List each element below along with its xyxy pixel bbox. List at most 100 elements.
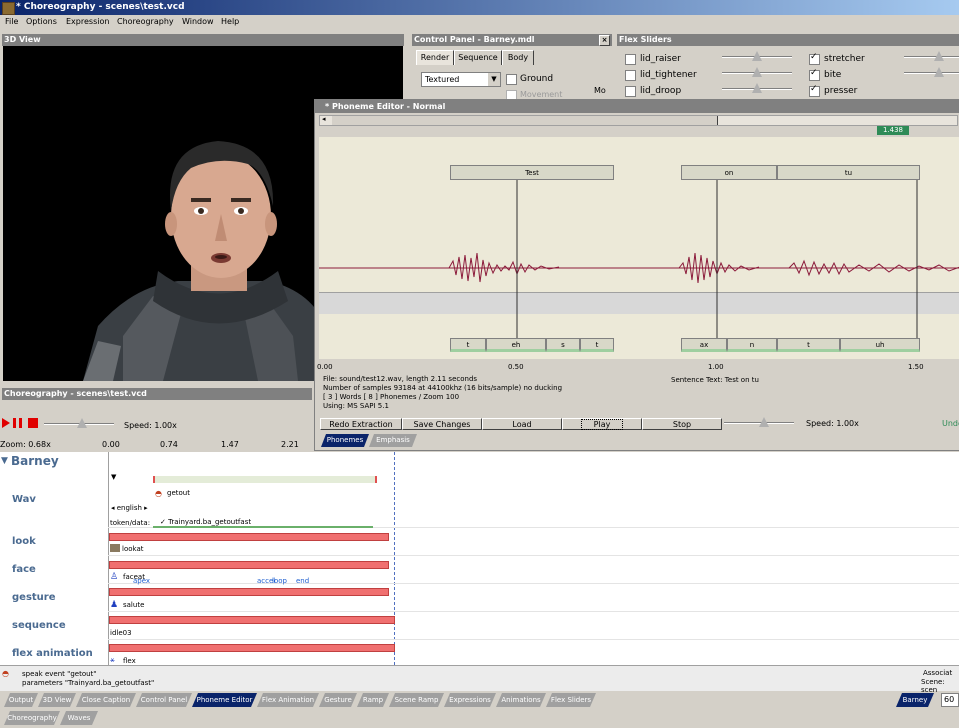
stop-icon[interactable] xyxy=(28,418,38,428)
phoneme-box[interactable]: n xyxy=(727,338,777,352)
corner-value[interactable]: 60 xyxy=(941,693,959,707)
phoneme-box[interactable]: t xyxy=(580,338,614,352)
tab-body[interactable]: Body xyxy=(502,50,534,65)
salute-label[interactable]: salute xyxy=(123,601,144,609)
tab-scene-ramp[interactable]: Scene Ramp xyxy=(389,693,444,707)
status-line-2: parameters "Trainyard.ba_getoutfast" xyxy=(22,679,155,687)
tab-3d-view[interactable]: 3D View xyxy=(38,693,76,707)
menu-window[interactable]: Window xyxy=(182,17,214,26)
play-button[interactable]: Play xyxy=(562,418,642,430)
movement-label: Movement xyxy=(520,90,563,99)
sequence-event-bar[interactable] xyxy=(109,616,395,624)
window-title-bar[interactable]: * Choreography - scenes\test.vcd xyxy=(0,0,959,15)
tab-sequence[interactable]: Sequence xyxy=(454,50,502,65)
wav-event-label[interactable]: getout xyxy=(167,489,190,497)
word-box[interactable]: on xyxy=(681,165,777,180)
apex-tag[interactable]: apex xyxy=(133,577,150,585)
presser-checkbox[interactable] xyxy=(809,84,820,97)
look-event-bar[interactable] xyxy=(109,533,389,541)
loop-tag[interactable]: loop xyxy=(272,577,287,585)
render-mode-select[interactable]: Textured ▼ xyxy=(421,72,501,87)
end-tag[interactable]: end xyxy=(296,577,309,585)
undo-label[interactable]: Undo xyxy=(942,419,959,428)
tab-expressions[interactable]: Expressions xyxy=(444,693,496,707)
phoneme-box[interactable]: uh xyxy=(840,338,920,352)
face-event-bar[interactable] xyxy=(109,561,389,569)
phoneme-box[interactable]: t xyxy=(777,338,840,352)
lid-droop-checkbox[interactable] xyxy=(625,86,636,97)
tab-flex-sliders[interactable]: Flex Sliders xyxy=(546,693,596,707)
save-changes-button[interactable]: Save Changes xyxy=(402,418,482,430)
ground-checkbox[interactable] xyxy=(506,74,517,85)
choreo-zoom: Zoom: 0.68x xyxy=(0,440,51,449)
menu-options[interactable]: Options xyxy=(26,17,57,26)
scroll-left-icon[interactable]: ◂ xyxy=(322,115,326,123)
tab-phonemes[interactable]: Phonemes xyxy=(321,434,369,447)
stop-button[interactable]: Stop xyxy=(642,418,722,430)
phoneme-box[interactable]: eh xyxy=(486,338,546,352)
lid-tightener-checkbox[interactable] xyxy=(625,70,636,81)
tab-phoneme-editor[interactable]: Phoneme Editor xyxy=(192,693,257,707)
play-icon[interactable] xyxy=(2,418,10,428)
tab-ramp[interactable]: Ramp xyxy=(357,693,389,707)
tab-emphasis[interactable]: Emphasis xyxy=(369,434,417,447)
menu-help[interactable]: Help xyxy=(221,17,239,26)
expand-icon[interactable]: ▼ xyxy=(1,456,8,466)
gesture-event-bar[interactable] xyxy=(109,588,389,596)
stretcher-checkbox[interactable] xyxy=(809,52,820,65)
phoneme-speed-slider[interactable] xyxy=(724,416,794,430)
menu-file[interactable]: File xyxy=(5,17,18,26)
word-box[interactable]: tu xyxy=(777,165,920,180)
chevron-down-icon[interactable]: ▼ xyxy=(488,73,500,86)
lid-raiser-checkbox[interactable] xyxy=(625,54,636,65)
bite-slider[interactable] xyxy=(904,66,959,80)
status-right-1: Associat xyxy=(923,669,953,677)
waveform-canvas[interactable]: Test on tu t eh s t ax n t uh xyxy=(319,137,959,359)
choreo-timeline[interactable] xyxy=(0,452,959,665)
choreo-speed-slider[interactable] xyxy=(44,417,114,431)
choreo-header: Choreography - scenes\test.vcd xyxy=(2,388,312,400)
menu-choreography[interactable]: Choreography xyxy=(117,17,174,26)
phoneme-box[interactable]: ax xyxy=(681,338,727,352)
bite-checkbox[interactable] xyxy=(809,68,820,81)
menu-bar: File Options Expression Choreography Win… xyxy=(0,15,959,31)
flex-event-bar[interactable] xyxy=(109,644,395,652)
word-box[interactable]: Test xyxy=(450,165,614,180)
phoneme-box[interactable]: t xyxy=(450,338,486,352)
lid-tightener-slider[interactable] xyxy=(722,66,792,80)
row-label-sequence: sequence xyxy=(12,620,66,631)
tab-choreography[interactable]: Choreography xyxy=(4,711,60,725)
tab-output[interactable]: Output xyxy=(4,693,38,707)
ruler-tick: 0.74 xyxy=(160,440,178,449)
pause-icon[interactable] xyxy=(13,418,22,428)
load-button[interactable]: Load xyxy=(482,418,562,430)
idle-label[interactable]: idle03 xyxy=(110,629,132,637)
phoneme-editor-window[interactable]: * Phoneme Editor - Normal ◂ 1.438 Test o… xyxy=(314,99,959,451)
tab-close-caption[interactable]: Close Caption xyxy=(76,693,136,707)
tab-flex-animation[interactable]: Flex Animation xyxy=(257,693,319,707)
phoneme-box[interactable]: s xyxy=(546,338,580,352)
menu-expression[interactable]: Expression xyxy=(66,17,109,26)
tab-actor[interactable]: Barney xyxy=(896,693,934,707)
language-label: english xyxy=(116,504,142,512)
tab-waves[interactable]: Waves xyxy=(60,711,98,725)
stretcher-slider[interactable] xyxy=(904,50,959,64)
lid-raiser-slider[interactable] xyxy=(722,50,792,64)
flex-sliders-header: Flex Sliders xyxy=(617,34,959,46)
scroll-thumb[interactable] xyxy=(332,116,718,125)
tab-gesture[interactable]: Gesture xyxy=(319,693,357,707)
flex-label[interactable]: flex xyxy=(123,657,136,665)
horizontal-scrollbar[interactable]: ◂ xyxy=(319,115,958,126)
tab-control-panel[interactable]: Control Panel xyxy=(136,693,192,707)
redo-extraction-button[interactable]: Redo Extraction xyxy=(320,418,402,430)
lookat-label[interactable]: lookat xyxy=(122,545,143,553)
collapse-icon[interactable]: ▼ xyxy=(111,473,116,481)
tab-animations[interactable]: Animations xyxy=(496,693,546,707)
english-selector[interactable]: ◂ english ▸ xyxy=(111,504,148,512)
time-tick: 1.50 xyxy=(908,363,924,371)
wav-event-bar[interactable] xyxy=(153,476,377,483)
actor-name[interactable]: Barney xyxy=(11,454,59,468)
tab-render[interactable]: Render xyxy=(416,50,454,65)
close-icon[interactable]: × xyxy=(599,35,610,46)
lid-droop-slider[interactable] xyxy=(722,82,792,96)
